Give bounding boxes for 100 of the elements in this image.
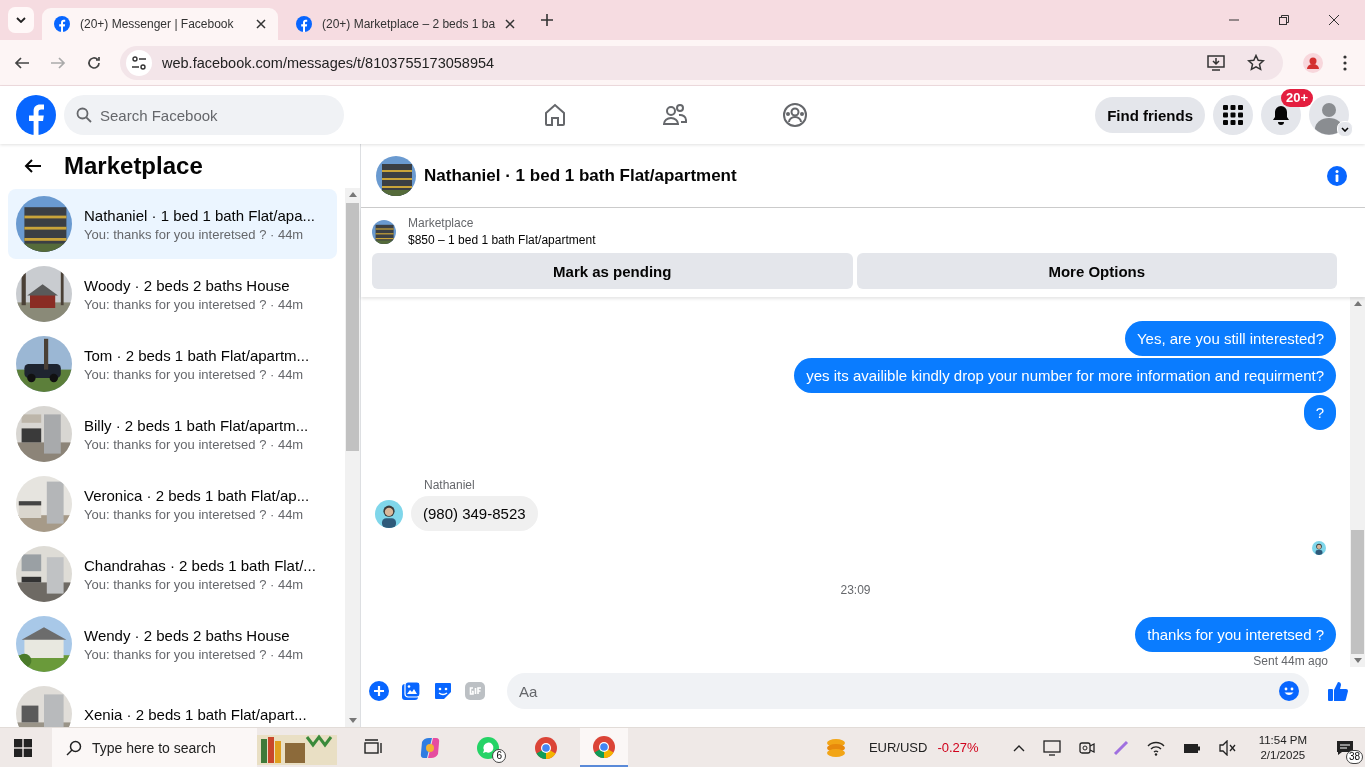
conversation-item[interactable]: Nathaniel · 1 bed 1 bath Flat/apa... You: thanks for you interetsed ? · 44m bbox=[8, 189, 337, 259]
reload-icon[interactable] bbox=[86, 54, 102, 71]
search-field[interactable]: Search Facebook bbox=[64, 95, 344, 135]
restore-icon[interactable] bbox=[1279, 15, 1289, 25]
message-bubble: Yes, are you still interested? bbox=[1124, 321, 1336, 356]
conversation-preview: You: thanks for you interetsed ? · 44m bbox=[84, 576, 305, 592]
windows-start-icon[interactable] bbox=[14, 738, 32, 757]
task-view-icon[interactable] bbox=[364, 738, 384, 757]
conversation-item[interactable]: Veronica · 2 beds 1 bath Flat/ap... You: thanks for you interetsed ? · 44m bbox=[8, 469, 337, 539]
search-icon bbox=[76, 107, 92, 123]
ticker-symbol: EUR/USD bbox=[868, 740, 928, 755]
browser-icon bbox=[534, 735, 558, 760]
conversation-name: Wendy · 2 beds 2 baths House bbox=[84, 626, 291, 644]
conversation-name: Nathaniel · 1 bed 1 bath Flat/apa... bbox=[84, 206, 315, 224]
clock-time: 11:54 PM bbox=[1258, 732, 1307, 748]
back-arrow-icon[interactable] bbox=[24, 158, 42, 174]
pen-icon[interactable] bbox=[1112, 739, 1129, 756]
groups-icon[interactable] bbox=[782, 102, 808, 128]
message-field[interactable]: Aa bbox=[507, 673, 1309, 709]
chat-title: Nathaniel · 1 bed 1 bath Flat/apartment bbox=[424, 165, 737, 186]
tab-title: (20+) Marketplace – 2 beds 1 ba bbox=[322, 17, 496, 31]
site-settings-icon[interactable] bbox=[131, 55, 147, 70]
conversation-item[interactable]: Chandrahas · 2 beds 1 bath Flat/... You: thanks for you interetsed ? · 44m bbox=[8, 539, 337, 609]
scrollbar-thumb[interactable] bbox=[1351, 530, 1364, 654]
close-icon[interactable] bbox=[256, 19, 266, 29]
conversation-item[interactable]: Billy · 2 beds 1 bath Flat/apartm... You: thanks for you interetsed ? · 44m bbox=[8, 399, 337, 469]
scroll-down-icon[interactable] bbox=[1353, 658, 1362, 663]
thumbs-up-icon[interactable] bbox=[1327, 680, 1349, 702]
conversation-item[interactable]: Tom · 2 beds 1 bath Flat/apartm... You: thanks for you interetsed ? · 44m bbox=[8, 329, 337, 399]
conversation-preview: You: thanks for you interetsed ? · 44m bbox=[84, 506, 305, 522]
notification-count: 38 bbox=[1345, 750, 1363, 764]
scroll-down-icon[interactable] bbox=[348, 718, 357, 723]
close-icon[interactable] bbox=[505, 19, 516, 29]
facebook-logo-icon bbox=[54, 16, 70, 32]
back-icon[interactable] bbox=[14, 54, 30, 71]
plus-icon[interactable] bbox=[369, 681, 389, 701]
install-icon[interactable] bbox=[1207, 54, 1225, 71]
chevron-up-icon[interactable] bbox=[1012, 743, 1025, 752]
scroll-up-icon[interactable] bbox=[1353, 301, 1362, 306]
close-icon[interactable] bbox=[1329, 15, 1339, 25]
conversation-name: Billy · 2 beds 1 bath Flat/apartm... bbox=[84, 416, 309, 434]
grid-menu-icon bbox=[1223, 105, 1243, 125]
ticker-change: -0.27% bbox=[937, 740, 979, 755]
muted-speaker-icon[interactable] bbox=[1218, 739, 1237, 756]
conversation-preview: You: thanks for you interetsed ? · 44m bbox=[84, 366, 305, 382]
browser-icon bbox=[592, 734, 616, 759]
bookmark-star-icon[interactable] bbox=[1247, 53, 1265, 72]
menu-icon[interactable] bbox=[1343, 54, 1347, 71]
chrome-taskbar-button[interactable] bbox=[580, 728, 628, 767]
battery-icon[interactable] bbox=[1182, 741, 1201, 754]
wifi-icon[interactable] bbox=[1146, 739, 1165, 756]
chevron-down-icon bbox=[16, 17, 26, 23]
scrollbar-thumb[interactable] bbox=[346, 203, 359, 451]
conversation-item[interactable]: Wendy · 2 beds 2 baths House You: thanks for you interetsed ? · 44m bbox=[8, 609, 337, 679]
timestamp: 23:09 bbox=[840, 583, 871, 597]
conversation-name: Chandrahas · 2 beds 1 bath Flat/... bbox=[84, 556, 316, 574]
tab-list-button[interactable] bbox=[8, 7, 34, 33]
action-button[interactable]: Mark as pending bbox=[372, 253, 853, 289]
display-icon[interactable] bbox=[1042, 739, 1061, 756]
info-icon[interactable] bbox=[1327, 165, 1347, 186]
new-tab-icon[interactable] bbox=[541, 14, 554, 26]
message-bubble: (980) 349-8523 bbox=[411, 496, 538, 531]
forward-icon bbox=[50, 54, 66, 71]
app-badge: 6 bbox=[492, 749, 506, 763]
menu-button[interactable] bbox=[1213, 95, 1253, 135]
listing-price: $850 – 1 bed 1 bath Flat/apartment bbox=[408, 233, 596, 247]
message-bubble: yes its availible kindly drop your number for more information and requirment? bbox=[794, 358, 1336, 393]
scroll-up-icon[interactable] bbox=[348, 192, 357, 197]
address-bar[interactable]: web.facebook.com/messages/t/8103755173058954 bbox=[120, 45, 1283, 80]
copilot-icon[interactable] bbox=[418, 735, 442, 760]
friends-icon[interactable] bbox=[662, 102, 688, 128]
search-icon bbox=[66, 740, 82, 756]
browser-tab[interactable]: (20+) Messenger | Facebook bbox=[42, 8, 278, 40]
conversation-preview: You: thanks for you interetsed ? · 44m bbox=[84, 226, 305, 242]
whatsapp-taskbar-button[interactable]: 6 bbox=[464, 728, 512, 767]
find-friends-button[interactable]: Find friends bbox=[1095, 97, 1205, 133]
conversation-preview: You: thanks for you interetsed ? · 44m bbox=[84, 436, 305, 452]
message-bubble: ? bbox=[1303, 395, 1336, 430]
chevron-down-icon bbox=[1341, 126, 1349, 132]
browser-tab[interactable]: (20+) Marketplace – 2 beds 1 ba bbox=[284, 8, 528, 40]
listing-label: Marketplace bbox=[408, 216, 475, 230]
clock-date: 2/1/2025 bbox=[1260, 747, 1306, 763]
taskbar-search-field[interactable]: Type here to search bbox=[52, 728, 257, 767]
conversation-item[interactable]: Woody · 2 beds 2 baths House You: thanks for you interetsed ? · 44m bbox=[8, 259, 337, 329]
home-icon[interactable] bbox=[542, 102, 568, 128]
sticker-icon[interactable] bbox=[433, 681, 453, 701]
camera-icon[interactable] bbox=[1078, 739, 1095, 756]
panel-title: Marketplace bbox=[64, 152, 203, 180]
notification-badge: 20+ bbox=[1281, 89, 1314, 107]
emoji-icon[interactable] bbox=[1279, 681, 1299, 701]
avatar-icon bbox=[1309, 95, 1349, 135]
profile-icon[interactable] bbox=[1303, 52, 1323, 73]
facebook-logo-icon bbox=[296, 16, 312, 32]
action-button[interactable]: More Options bbox=[856, 253, 1337, 289]
notification-center-button[interactable]: 38 bbox=[1325, 728, 1365, 767]
conversation-preview: You: thanks for you interetsed ? · 44m bbox=[84, 296, 304, 312]
conversation-preview: You: thanks for you interetsed ? · 44m bbox=[84, 646, 304, 662]
tab-title: (20+) Messenger | Facebook bbox=[80, 17, 235, 31]
photo-icon[interactable] bbox=[401, 681, 421, 701]
bell-icon bbox=[1271, 105, 1291, 125]
